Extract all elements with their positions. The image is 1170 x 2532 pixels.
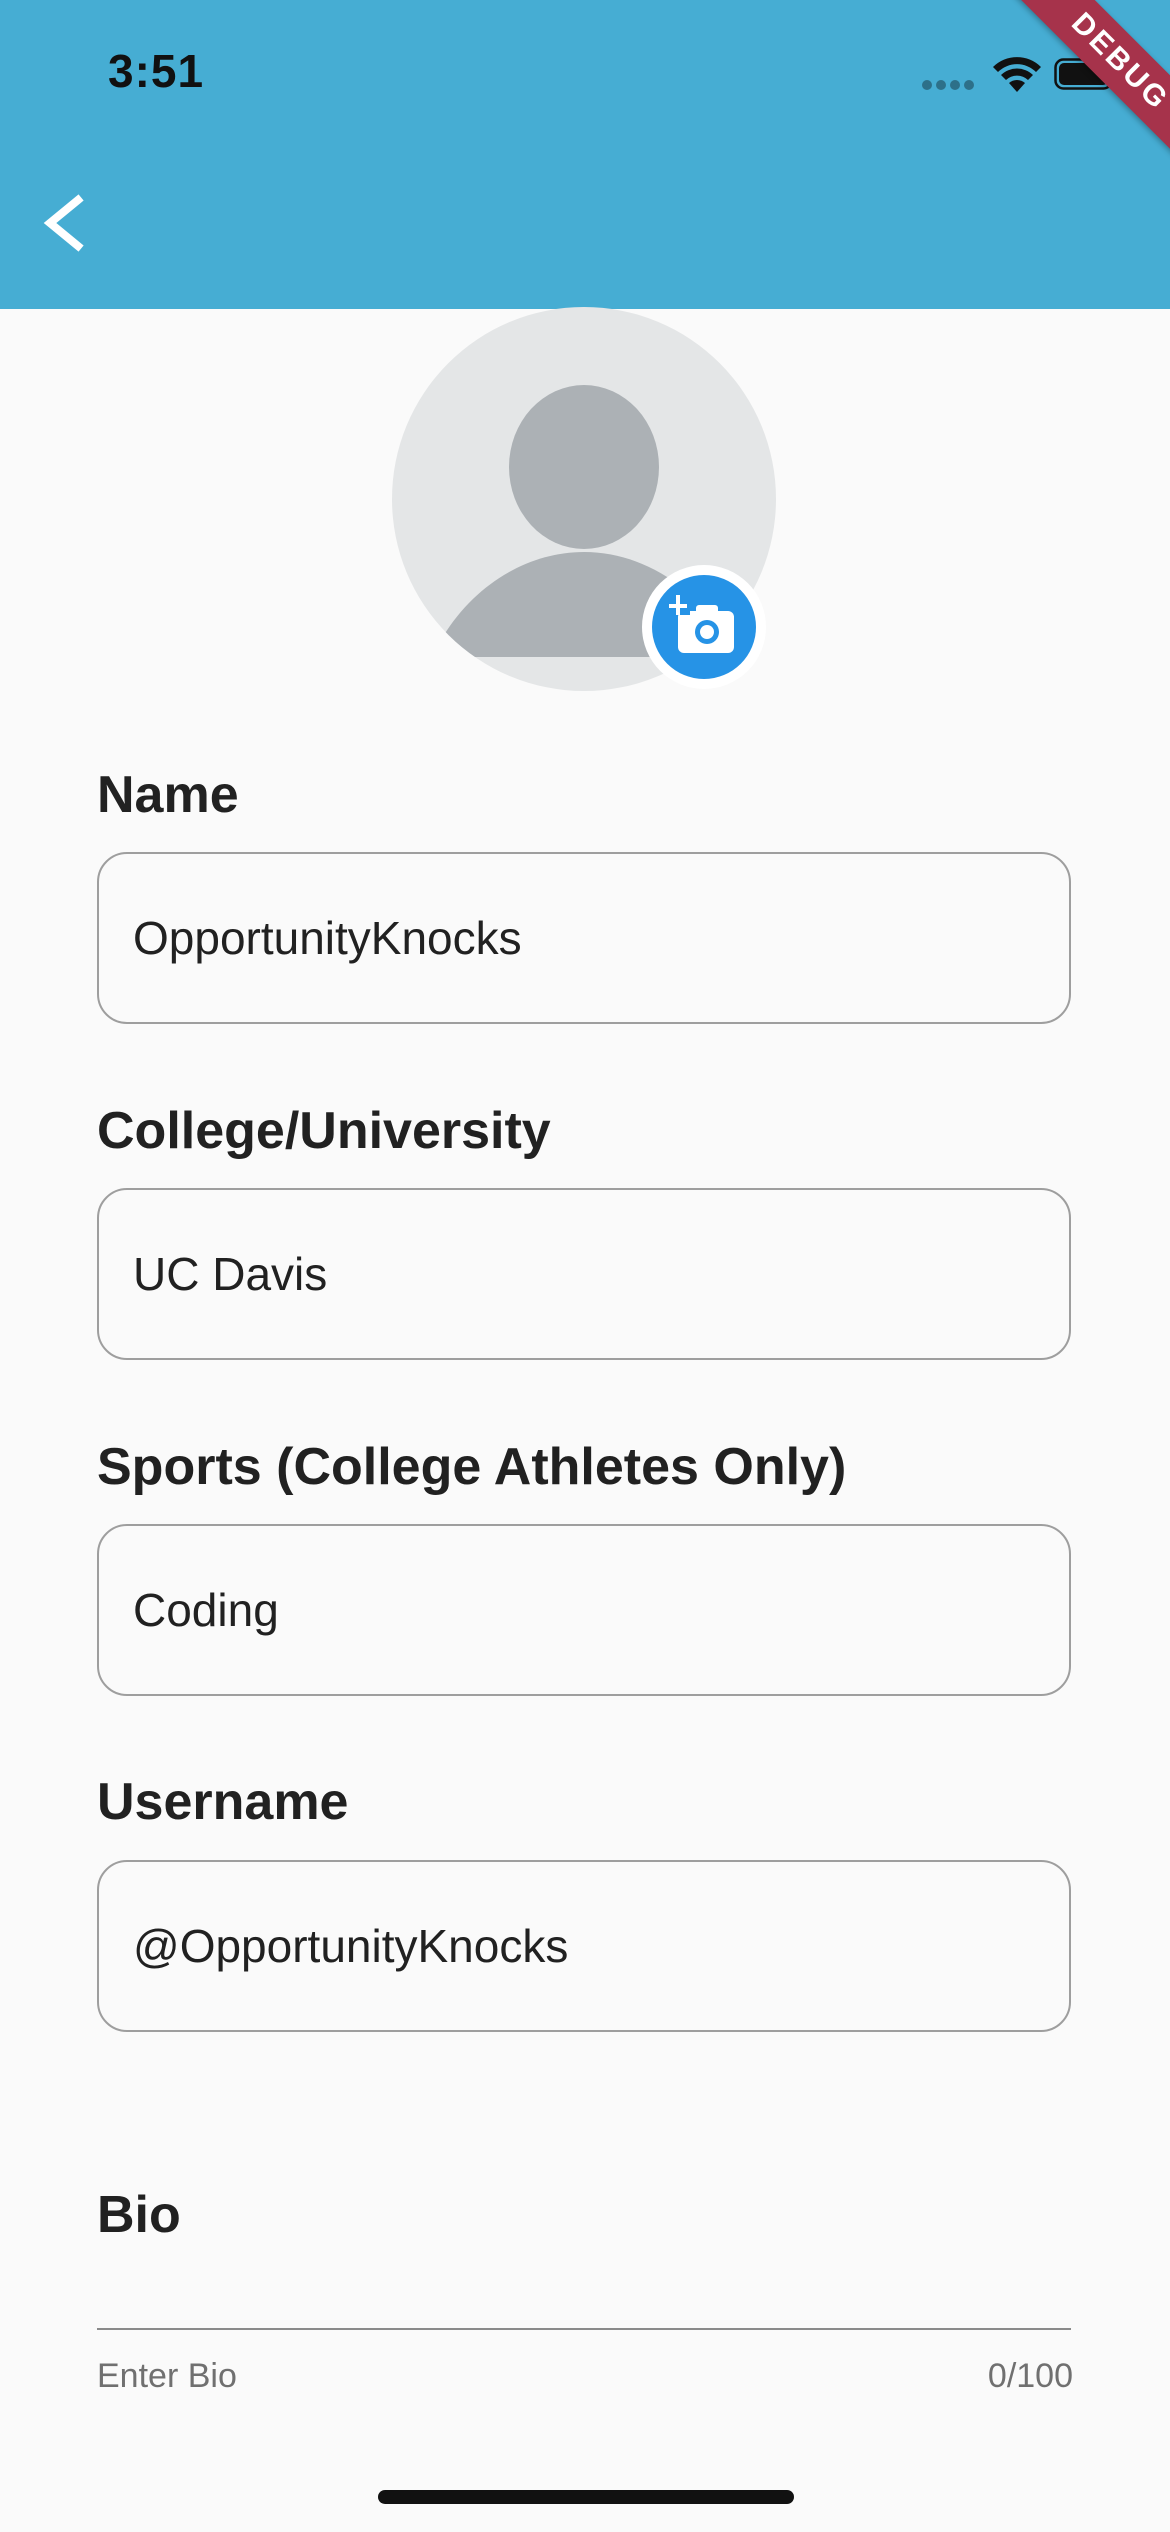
bio-input[interactable] (97, 2250, 1071, 2330)
chevron-left-icon (43, 194, 84, 252)
back-button[interactable] (28, 178, 108, 268)
username-label: Username (97, 1773, 349, 1831)
name-label: Name (97, 766, 239, 824)
profile-avatar-section (392, 307, 776, 691)
sports-label: Sports (College Athletes Only) (97, 1438, 847, 1496)
college-label: College/University (97, 1102, 551, 1160)
add-photo-camera-icon (666, 595, 734, 653)
name-input[interactable] (97, 852, 1071, 1024)
home-indicator[interactable] (378, 2490, 794, 2504)
wifi-icon (993, 57, 1041, 92)
college-input[interactable] (97, 1188, 1071, 1360)
sports-input[interactable] (97, 1524, 1071, 1696)
app-bar: 3:51 (0, 0, 1170, 309)
bio-label: Bio (97, 2186, 181, 2244)
bio-character-counter: 0/100 (987, 2357, 1073, 2395)
username-input[interactable] (97, 1860, 1071, 2032)
status-time: 3:51 (108, 45, 205, 97)
bio-hint: Enter Bio (97, 2357, 237, 2395)
signal-icon (922, 80, 976, 90)
change-photo-button[interactable] (642, 565, 766, 689)
